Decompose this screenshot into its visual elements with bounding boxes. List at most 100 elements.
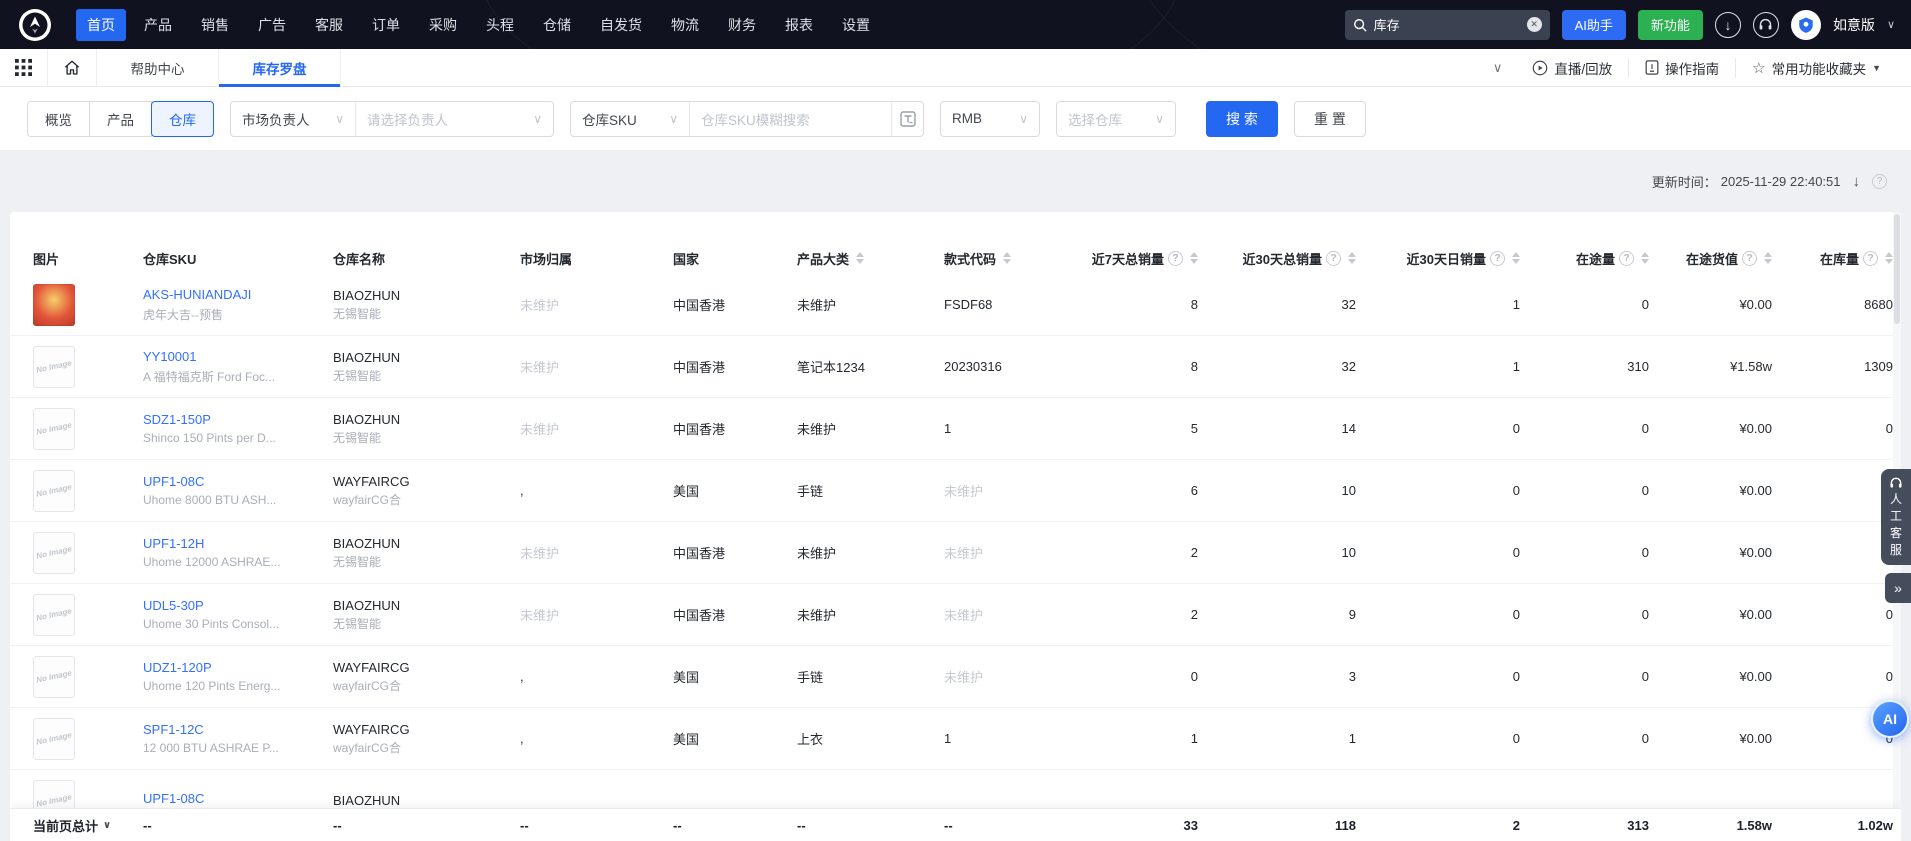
nav-item-财务[interactable]: 财务: [717, 9, 767, 41]
transit-value-cell: ¥0.00: [1739, 669, 1772, 684]
avatar[interactable]: [1790, 9, 1821, 40]
view-tab-仓库[interactable]: 仓库: [151, 100, 214, 137]
main-menu: 首页 产品 销售 广告 客服 订单 采购 头程 仓储 自发货 物流 财务 报表 设置: [76, 8, 881, 41]
sku-type-select[interactable]: 仓库SKU ∨: [571, 102, 689, 136]
nav-item-广告[interactable]: 广告: [247, 9, 297, 41]
sort-icon[interactable]: [1348, 252, 1356, 264]
nav-item-销售[interactable]: 销售: [190, 9, 240, 41]
help-icon[interactable]: ?: [1742, 250, 1757, 266]
nav-item-设置[interactable]: 设置: [831, 9, 881, 41]
nav-item-报表[interactable]: 报表: [774, 9, 824, 41]
live-replay-button[interactable]: 直播/回放: [1516, 58, 1628, 78]
favorites-button[interactable]: ☆ 常用功能收藏夹 ▼: [1735, 57, 1897, 78]
nav-item-头程[interactable]: 头程: [475, 9, 525, 41]
account-name[interactable]: 如意版: [1833, 15, 1875, 35]
view-tab-产品[interactable]: 产品: [89, 100, 152, 137]
nav-item-产品[interactable]: 产品: [133, 9, 183, 41]
currency-select[interactable]: RMB ∨: [941, 102, 1039, 136]
chevron-down-icon: ∨: [1155, 111, 1164, 126]
help-icon[interactable]: ?: [1490, 250, 1505, 266]
transit-value-cell: ¥0.00: [1739, 545, 1772, 560]
sku-link[interactable]: YY10001: [143, 349, 323, 364]
collapse-panel-button[interactable]: »: [1885, 573, 1911, 603]
ai-assistant-button[interactable]: AI助手: [1561, 9, 1626, 40]
app-logo-icon[interactable]: [16, 6, 54, 44]
help-icon[interactable]: ?: [1619, 250, 1634, 266]
sort-icon[interactable]: [856, 252, 865, 264]
style-code-cell: 1: [944, 421, 952, 436]
help-icon[interactable]: ?: [1863, 250, 1878, 266]
new-feature-button[interactable]: 新功能: [1637, 9, 1703, 40]
tab-help-center[interactable]: 帮助中心: [97, 49, 219, 86]
sku-link[interactable]: SDZ1-150P: [143, 412, 323, 427]
download-icon[interactable]: ↓: [1714, 11, 1741, 38]
nav-item-自发货[interactable]: 自发货: [589, 9, 653, 41]
sku-fuzzy-input[interactable]: 仓库SKU模糊搜索: [689, 101, 891, 136]
warehouse-select[interactable]: 选择仓库 ∨: [1057, 102, 1175, 136]
warehouse-cell: BIAOZHUN 无锡智能: [333, 412, 520, 446]
sku-link[interactable]: UDZ1-120P: [143, 660, 323, 675]
sort-icon[interactable]: [1190, 252, 1198, 264]
view-tab-概览[interactable]: 概览: [27, 100, 90, 137]
warehouse-name: 无锡智能: [333, 430, 382, 445]
sku-link[interactable]: UPF1-08C: [143, 791, 323, 806]
chevron-down-icon[interactable]: ∨: [103, 820, 111, 831]
sku-link[interactable]: AKS-HUNIANDAJI: [143, 287, 323, 302]
column-header: 在途货值?: [1649, 249, 1772, 268]
ai-floating-button[interactable]: AI: [1871, 700, 1909, 738]
nav-item-仓储[interactable]: 仓储: [532, 9, 582, 41]
update-time-label: 更新时间：: [1651, 174, 1717, 190]
sales30-cell: 32: [1341, 297, 1356, 312]
sku-link[interactable]: UPF1-12H: [143, 536, 323, 551]
nav-item-物流[interactable]: 物流: [660, 9, 710, 41]
sku-cell: UDZ1-120P Uhome 120 Pints Energ...: [143, 660, 333, 693]
transit-cell: 0: [1641, 483, 1649, 498]
style-code-cell: 未维护: [944, 670, 984, 685]
clear-search-icon[interactable]: ✕: [1526, 17, 1542, 32]
chevron-down-icon[interactable]: ∨: [1887, 18, 1895, 31]
no-image-placeholder: No Image: [33, 469, 75, 512]
product-name: Uhome 120 Pints Energ...: [143, 679, 281, 693]
market-owner-select[interactable]: 市场负责人 ∨: [231, 102, 355, 136]
sort-icon[interactable]: [1641, 252, 1649, 264]
home-icon[interactable]: [48, 49, 97, 86]
sales30-cell: 14: [1341, 421, 1356, 436]
product-image-cell: No Image: [33, 531, 143, 574]
search-button[interactable]: 搜 索: [1206, 100, 1278, 137]
sort-icon[interactable]: [1003, 252, 1012, 264]
customer-service-tab[interactable]: 人工客服: [1881, 469, 1911, 565]
warehouse-code: BIAOZHUN: [333, 411, 401, 427]
sort-icon[interactable]: [1885, 252, 1893, 264]
column-header: 国家: [673, 249, 797, 268]
nav-item-首页[interactable]: 首页: [76, 8, 126, 41]
sku-link[interactable]: SPF1-12C: [143, 722, 323, 737]
help-icon[interactable]: ?: [1326, 250, 1341, 266]
nav-item-采购[interactable]: 采购: [418, 9, 468, 41]
chevron-down-icon[interactable]: ∨: [1479, 60, 1517, 76]
sku-link[interactable]: UPF1-08C: [143, 474, 323, 489]
batch-text-icon[interactable]: [891, 101, 923, 136]
sort-download-icon[interactable]: ↓: [1853, 173, 1861, 190]
market-cell: 未维护: [520, 298, 560, 313]
category-cell: 上衣: [797, 732, 824, 747]
sku-link[interactable]: UDL5-30P: [143, 598, 323, 613]
global-search-input[interactable]: 库存 ✕: [1344, 9, 1550, 40]
headset-icon[interactable]: [1752, 11, 1779, 38]
guide-button[interactable]: 操作指南: [1628, 57, 1735, 78]
sort-icon[interactable]: [1764, 252, 1772, 264]
country-cell: 美国: [673, 484, 700, 499]
column-header-label: 市场归属: [520, 251, 573, 267]
apps-grid-icon[interactable]: [0, 49, 48, 86]
help-icon[interactable]: ?: [1168, 250, 1183, 266]
product-name: Uhome 12000 ASHRAE...: [143, 555, 281, 569]
nav-item-订单[interactable]: 订单: [361, 9, 411, 41]
help-icon[interactable]: ?: [1872, 173, 1887, 189]
sort-icon[interactable]: [1512, 252, 1520, 264]
reset-button[interactable]: 重 置: [1294, 100, 1366, 137]
column-header-label: 在库量: [1819, 251, 1859, 267]
nav-item-客服[interactable]: 客服: [304, 9, 354, 41]
owner-picker-select[interactable]: 请选择负责人 ∨: [355, 101, 553, 136]
summary-dash: --: [797, 817, 806, 833]
tab-inventory-compass[interactable]: 库存罗盘: [219, 49, 341, 87]
warehouse-code: BIAOZHUN: [333, 597, 401, 613]
